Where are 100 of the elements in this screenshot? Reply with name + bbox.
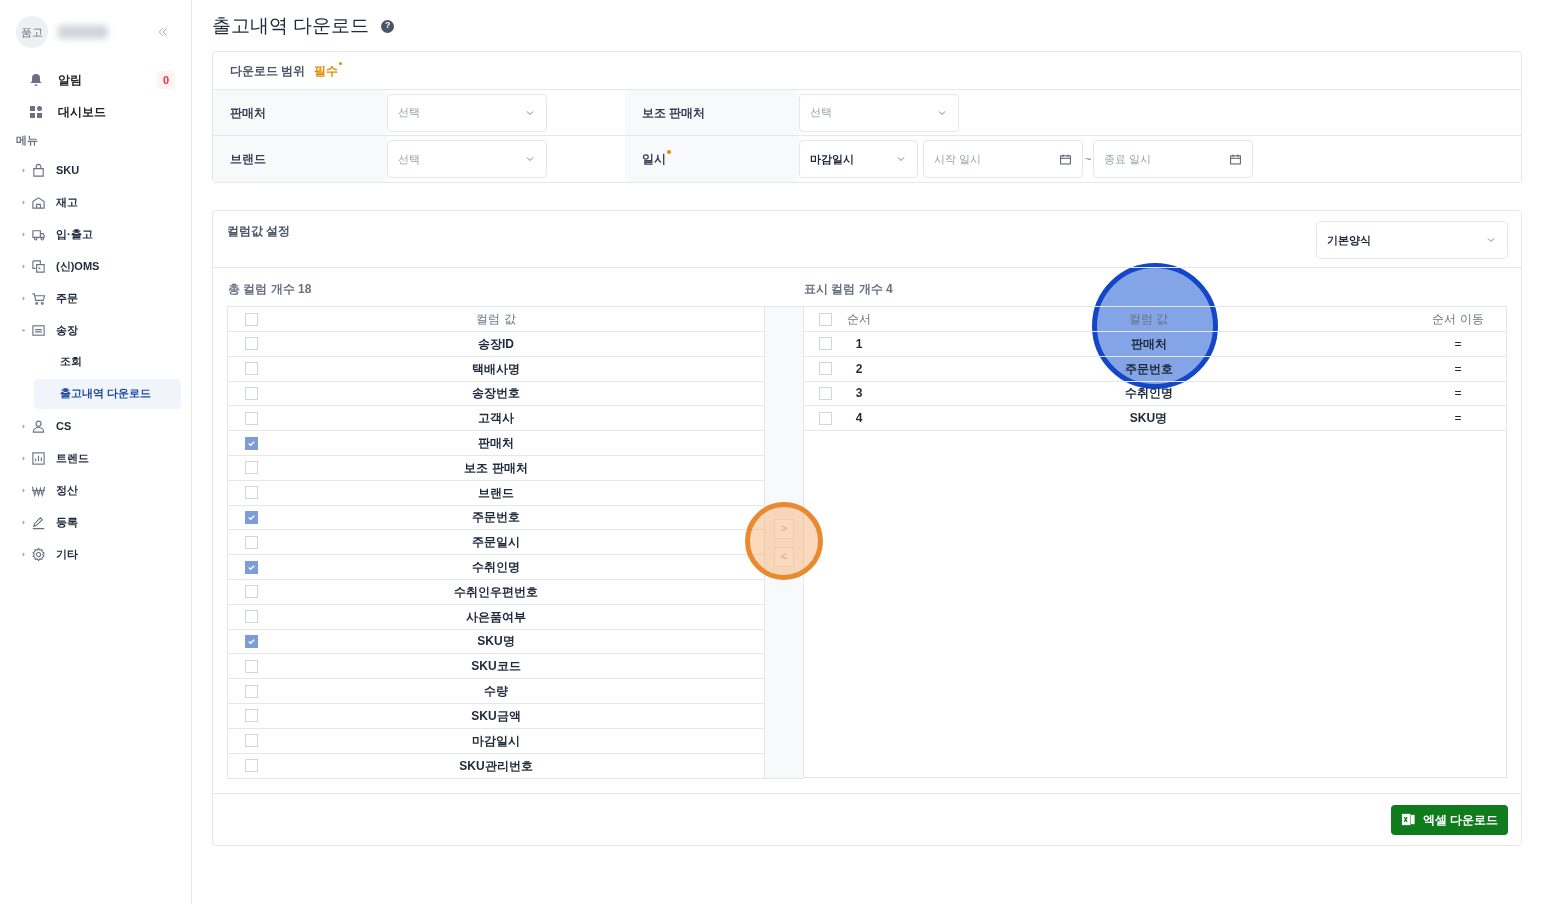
checkbox[interactable] (244, 734, 258, 748)
list-icon (31, 323, 46, 338)
checkbox[interactable] (244, 362, 258, 376)
checkbox[interactable] (244, 387, 258, 400)
field-label: 판매처 (230, 104, 267, 122)
table-cell-text: 송장ID (477, 335, 515, 353)
sidebar-item[interactable]: 알림 0 (0, 64, 191, 96)
checkbox[interactable] (244, 411, 258, 425)
drag-handle[interactable]: = (1410, 384, 1506, 403)
checkbox[interactable] (244, 610, 258, 624)
checkbox[interactable] (244, 684, 258, 698)
checkbox[interactable] (244, 337, 258, 351)
blurred-name (58, 25, 108, 39)
submenu-item[interactable]: 출고내역 다운로드 (34, 378, 181, 409)
pen-icon (31, 515, 46, 530)
checkbox[interactable] (244, 535, 258, 549)
field-label: 일시 (642, 150, 671, 168)
menu-item[interactable]: 송장 (56, 322, 78, 339)
checkbox[interactable] (818, 337, 832, 351)
bell-icon (28, 72, 44, 88)
bag-icon (31, 163, 46, 178)
checkbox[interactable] (244, 510, 258, 524)
drag-handle[interactable]: = (1410, 334, 1506, 353)
excel-download-button[interactable]: 엑셀 다운로드 (1390, 804, 1508, 835)
table-cell-text: 3 (854, 385, 864, 403)
person-icon (31, 419, 46, 434)
field-label: 보조 판매처 (642, 104, 707, 122)
menu-item[interactable]: 등록 (56, 514, 78, 531)
table-cell-text: 주문번호 (1123, 360, 1174, 378)
table-cell-text: SKU코드 (470, 658, 522, 676)
column-count-label: 총 컬럼 개수 18 (227, 281, 313, 298)
drag-handle[interactable]: = (1410, 359, 1506, 378)
table-cell-text: 수취인명 (471, 559, 521, 577)
menu-item[interactable]: 재고 (56, 194, 78, 211)
checkbox[interactable] (244, 436, 258, 450)
cart-icon (31, 291, 46, 306)
menu-item[interactable]: 주문 (56, 290, 78, 307)
checkbox[interactable] (244, 312, 258, 326)
menu-item[interactable]: 트렌드 (56, 450, 89, 467)
menu-item[interactable]: CS (56, 418, 72, 435)
checkbox[interactable] (244, 585, 258, 599)
column-header: 순서 (846, 311, 872, 328)
check-icon (246, 512, 256, 522)
column-count-label: 표시 컬럼 개수 4 (803, 281, 894, 298)
menu-item[interactable]: (신)OMS (56, 258, 100, 275)
checkbox[interactable] (244, 634, 258, 648)
checkbox[interactable] (244, 560, 258, 574)
gear-icon (31, 547, 46, 562)
chart-icon (31, 451, 46, 466)
menu-item[interactable]: 기타 (56, 546, 78, 563)
field-label: 브랜드 (230, 151, 267, 168)
checkbox[interactable] (244, 709, 258, 723)
checkbox[interactable] (818, 362, 832, 376)
column-header: 컬럼 값 (1127, 311, 1170, 328)
column-header: 컬럼 값 (475, 311, 517, 328)
checkbox[interactable] (818, 312, 832, 326)
sidebar-item[interactable]: 대시보드 (0, 96, 191, 128)
table-cell-text: 주문일시 (471, 534, 521, 552)
table-cell-text: 송장번호 (471, 385, 521, 403)
check-icon (246, 636, 256, 646)
submenu-item[interactable]: 조회 (34, 346, 181, 377)
spreadsheet-icon (1400, 812, 1416, 828)
table-cell-text: 판매처 (1129, 335, 1168, 353)
section-label: 메뉴 (15, 133, 39, 148)
dropdown[interactable]: 마감일시 (799, 140, 918, 178)
preset-dropdown[interactable]: 기본양식 (1316, 221, 1508, 259)
table-cell-text: 4 (854, 410, 864, 428)
page-title: 출고내역 다운로드 (212, 13, 370, 38)
table-cell-text: SKU금액 (470, 707, 522, 725)
menu-item[interactable]: 입·출고 (56, 226, 93, 243)
collapse-button[interactable] (157, 26, 169, 38)
table-cell-text: 수량 (483, 683, 509, 701)
double-chevron-left-icon (157, 26, 169, 38)
checkbox[interactable] (244, 461, 258, 475)
checkbox[interactable] (818, 411, 832, 425)
menu-item[interactable]: 정산 (56, 482, 78, 499)
range-separator: ~ (1085, 151, 1092, 167)
table-cell-text: 판매처 (477, 435, 515, 453)
table-cell-text: 1 (854, 335, 864, 353)
checkbox[interactable] (244, 759, 258, 773)
truck-icon (31, 227, 46, 242)
menu-item[interactable]: SKU (56, 162, 80, 179)
checkbox[interactable] (244, 659, 258, 673)
check-icon (246, 438, 256, 448)
required-label: 필수 (314, 61, 343, 80)
table-cell-text: 보조 판매처 (463, 459, 529, 477)
table-cell-text: 2 (854, 360, 864, 378)
table-cell-text: 고객사 (477, 410, 515, 428)
calendar-icon (1229, 152, 1243, 166)
help-icon[interactable]: ? (381, 19, 395, 33)
table-cell-text: 수취인우편번호 (453, 583, 539, 601)
drag-handle[interactable]: = (1410, 409, 1506, 428)
house-icon (31, 195, 46, 210)
table-cell-text: SKU명 (1128, 410, 1169, 428)
count-badge: 0 (157, 71, 175, 89)
table-cell-text: 택배사명 (471, 360, 521, 378)
table-cell-text: SKU관리번호 (458, 757, 534, 775)
checkbox[interactable] (818, 387, 832, 400)
checkbox[interactable] (244, 486, 258, 500)
section-title: 컬럼값 설정 (227, 223, 291, 240)
